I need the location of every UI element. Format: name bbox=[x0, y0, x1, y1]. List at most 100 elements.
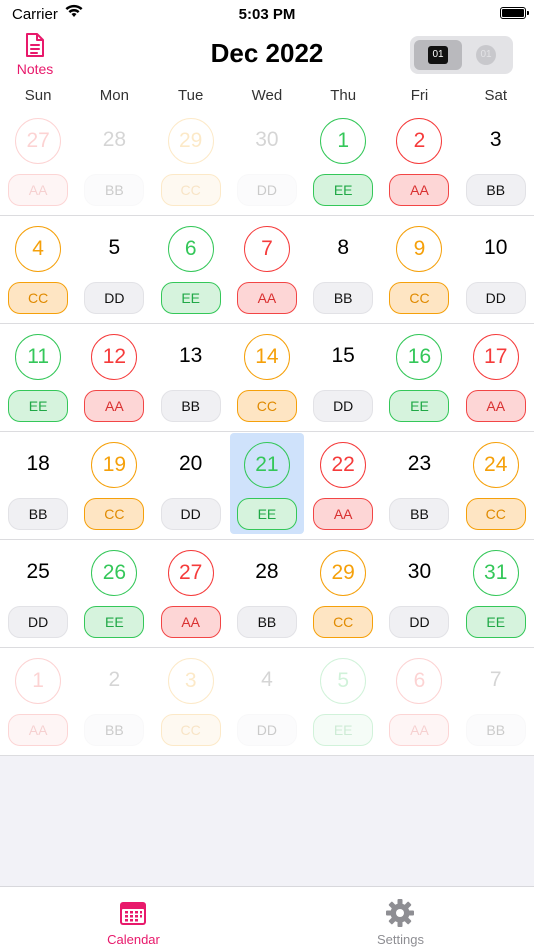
day-number: 3 bbox=[489, 128, 502, 151]
day-cell[interactable]: 28 BB bbox=[229, 540, 305, 647]
shift-badge: EE bbox=[160, 282, 221, 314]
day-number: 7 bbox=[243, 226, 290, 272]
weekday-label: Sat bbox=[484, 87, 507, 104]
day-cell[interactable]: 16 EE bbox=[381, 324, 457, 431]
toggle-option-square[interactable]: 01 bbox=[414, 40, 462, 70]
calendar-week-row: 27 AA 28 BB 29 CC 30 DD 1 EE 2 AA 3 BB bbox=[0, 108, 534, 216]
day-cell[interactable]: 4 CC bbox=[0, 216, 76, 323]
day-cell[interactable]: 6 AA bbox=[381, 648, 457, 755]
calendar-icon bbox=[120, 902, 146, 925]
day-cell[interactable]: 7 AA bbox=[229, 216, 305, 323]
shift-badge: CC bbox=[236, 390, 297, 422]
day-cell[interactable]: 12 AA bbox=[76, 324, 152, 431]
day-number: 1 bbox=[15, 658, 62, 704]
shift-badge: EE bbox=[8, 390, 69, 422]
day-cell[interactable]: 27 AA bbox=[153, 540, 229, 647]
shift-badge: CC bbox=[465, 498, 526, 530]
tab-settings[interactable]: Settings bbox=[267, 887, 534, 951]
shift-badge: DD bbox=[236, 174, 297, 206]
shift-badge: CC bbox=[160, 714, 221, 746]
day-cell[interactable]: 9 CC bbox=[381, 216, 457, 323]
shift-badge: AA bbox=[8, 714, 69, 746]
day-cell[interactable]: 24 CC bbox=[458, 432, 534, 539]
weekday-label: Fri bbox=[410, 87, 429, 104]
day-cell[interactable]: 15 DD bbox=[305, 324, 381, 431]
status-time: 5:03 PM bbox=[238, 6, 296, 23]
shift-badge: DD bbox=[389, 606, 450, 638]
day-cell[interactable]: 2 AA bbox=[381, 108, 457, 215]
day-number: 22 bbox=[320, 442, 367, 488]
day-cell[interactable]: 1 EE bbox=[305, 108, 381, 215]
status-bar: Carrier 5:03 PM bbox=[0, 0, 534, 28]
shift-badge: CC bbox=[160, 174, 221, 206]
shift-badge: DD bbox=[313, 390, 374, 422]
day-number: 27 bbox=[15, 118, 62, 164]
day-cell[interactable]: 13 BB bbox=[153, 324, 229, 431]
day-cell[interactable]: 28 BB bbox=[76, 108, 152, 215]
day-number: 29 bbox=[320, 550, 367, 596]
day-cell[interactable]: 30 DD bbox=[229, 108, 305, 215]
calendar-week-row: 11 EE 12 AA 13 BB 14 CC 15 DD 16 EE 17 AA bbox=[0, 324, 534, 432]
day-cell[interactable]: 31 EE bbox=[458, 540, 534, 647]
day-number: 9 bbox=[396, 226, 443, 272]
day-cell[interactable]: 3 BB bbox=[458, 108, 534, 215]
day-cell[interactable]: 14 CC bbox=[229, 324, 305, 431]
shift-badge: DD bbox=[465, 282, 526, 314]
day-number: 10 bbox=[484, 236, 508, 259]
day-cell[interactable]: 7 BB bbox=[458, 648, 534, 755]
day-cell[interactable]: 22 AA bbox=[305, 432, 381, 539]
day-cell[interactable]: 11 EE bbox=[0, 324, 76, 431]
shift-badge: EE bbox=[236, 498, 297, 530]
day-cell[interactable]: 4 DD bbox=[229, 648, 305, 755]
shift-badge: CC bbox=[313, 606, 374, 638]
view-toggle[interactable]: 01 01 bbox=[410, 36, 513, 74]
day-cell[interactable]: 19 CC bbox=[76, 432, 152, 539]
tab-bar: Calendar Settings bbox=[0, 886, 534, 951]
day-cell[interactable]: 1 AA bbox=[0, 648, 76, 755]
day-number: 12 bbox=[91, 334, 138, 380]
day-number: 18 bbox=[26, 452, 50, 475]
day-number: 13 bbox=[178, 344, 203, 367]
day-cell[interactable]: 23 BB bbox=[381, 432, 457, 539]
shift-badge: DD bbox=[160, 498, 221, 530]
shift-badge: EE bbox=[389, 390, 450, 422]
day-number: 26 bbox=[91, 550, 138, 596]
day-number: 19 bbox=[91, 442, 138, 488]
day-cell[interactable]: 5 DD bbox=[76, 216, 152, 323]
day-cell[interactable]: 8 BB bbox=[305, 216, 381, 323]
day-cell[interactable]: 26 EE bbox=[76, 540, 152, 647]
day-number: 6 bbox=[396, 658, 443, 704]
day-cell[interactable]: 21 EE bbox=[229, 432, 305, 539]
shift-badge: BB bbox=[160, 390, 221, 422]
shift-badge: BB bbox=[236, 606, 297, 638]
day-number: 6 bbox=[167, 226, 214, 272]
weekday-label: Tue bbox=[178, 87, 204, 104]
day-number: 17 bbox=[472, 334, 519, 380]
shift-badge: EE bbox=[313, 714, 374, 746]
day-number: 31 bbox=[472, 550, 519, 596]
tab-calendar[interactable]: Calendar bbox=[0, 887, 267, 951]
day-cell[interactable]: 27 AA bbox=[0, 108, 76, 215]
shift-badge: AA bbox=[8, 174, 69, 206]
day-cell[interactable]: 17 AA bbox=[458, 324, 534, 431]
day-cell[interactable]: 2 BB bbox=[76, 648, 152, 755]
calendar-week-row: 4 CC 5 DD 6 EE 7 AA 8 BB 9 CC 10 DD bbox=[0, 216, 534, 324]
day-cell[interactable]: 30 DD bbox=[381, 540, 457, 647]
day-cell[interactable]: 29 CC bbox=[305, 540, 381, 647]
shift-badge: BB bbox=[465, 174, 526, 206]
day-cell[interactable]: 5 EE bbox=[305, 648, 381, 755]
day-cell[interactable]: 3 CC bbox=[153, 648, 229, 755]
day-cell[interactable]: 10 DD bbox=[458, 216, 534, 323]
calendar-week-row: 1 AA 2 BB 3 CC 4 DD 5 EE 6 AA 7 BB bbox=[0, 648, 534, 756]
toggle-option-circle[interactable]: 01 bbox=[464, 40, 508, 70]
shift-badge: BB bbox=[465, 714, 526, 746]
shift-badge: CC bbox=[389, 282, 450, 314]
shift-badge: AA bbox=[313, 498, 374, 530]
day-cell[interactable]: 29 CC bbox=[153, 108, 229, 215]
day-cell[interactable]: 18 BB bbox=[0, 432, 76, 539]
tab-settings-label: Settings bbox=[377, 932, 424, 947]
day-cell[interactable]: 6 EE bbox=[153, 216, 229, 323]
shift-badge: BB bbox=[8, 498, 69, 530]
day-cell[interactable]: 25 DD bbox=[0, 540, 76, 647]
day-cell[interactable]: 20 DD bbox=[153, 432, 229, 539]
